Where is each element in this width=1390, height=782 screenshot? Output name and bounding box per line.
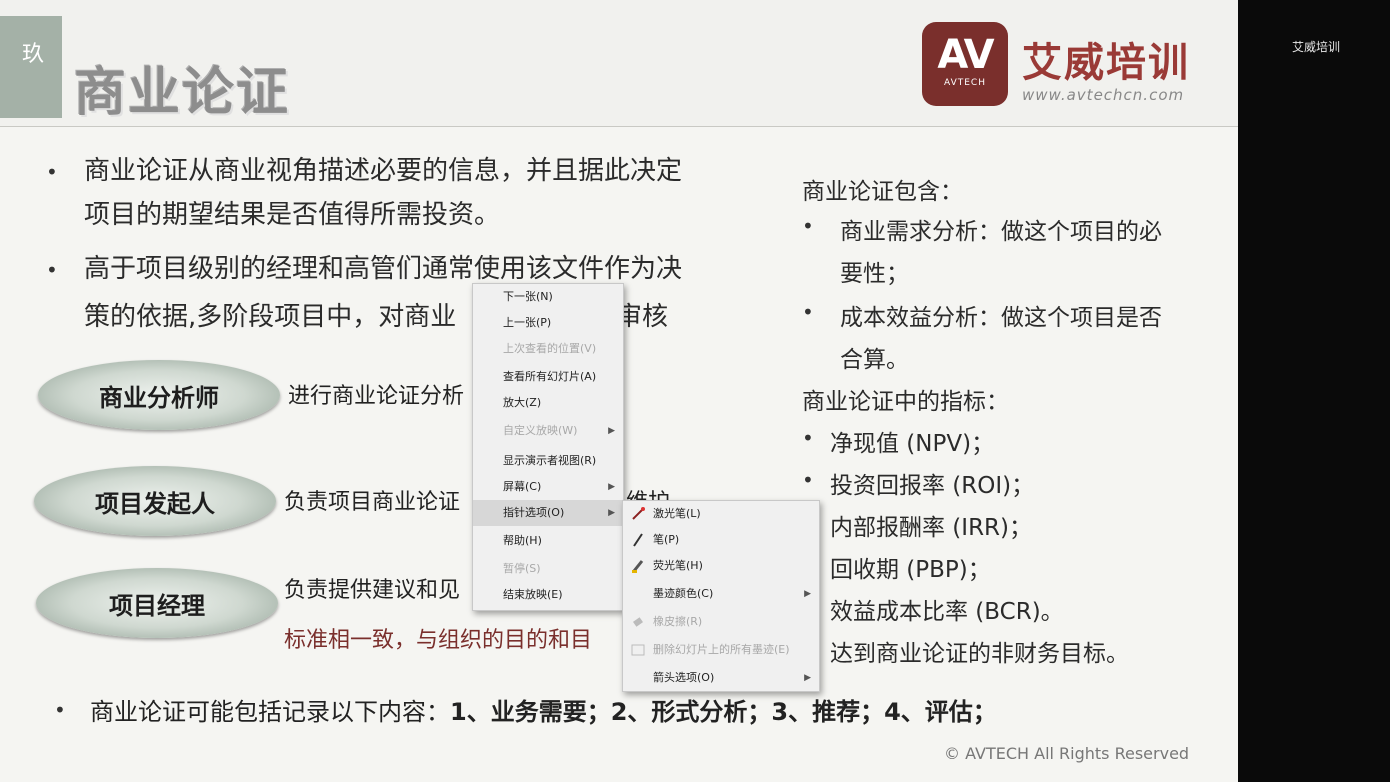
bullet1-line2: 项目的期望结果是否值得所需投资。 <box>84 200 501 230</box>
metric-nonfinancial: 达到商业论证的非财务目标。 <box>830 641 1129 667</box>
bottom-items: 1、业务需要；2、形式分析；3、推荐；4、评估； <box>450 698 997 726</box>
menu-item-end-show[interactable]: 结束放映(E) <box>473 582 623 608</box>
bullet-dot: • <box>802 300 814 324</box>
menu-item-next[interactable]: 下一张(N) <box>473 284 623 310</box>
menu-item-see-all-slides[interactable]: 查看所有幻灯片(A) <box>473 364 623 390</box>
menu-item-help[interactable]: 帮助(H) <box>473 528 623 554</box>
context-menu: 下一张(N) 上一张(P) 上次查看的位置(V) 查看所有幻灯片(A) 放大(Z… <box>472 283 624 611</box>
logo: AV AVTECH <box>922 22 1008 106</box>
bottom-line: 商业论证可能包括记录以下内容：1、业务需要；2、形式分析；3、推荐；4、评估； <box>90 692 997 727</box>
bullet-dot: • <box>46 160 58 184</box>
submenu-arrow-icon: ▶ <box>608 508 615 518</box>
pen-icon <box>633 533 643 547</box>
logo-url: www.avtechcn.com <box>1022 86 1185 104</box>
submenu-arrow-icon: ▶ <box>804 673 811 683</box>
bottom-prefix: 商业论证可能包括记录以下内容： <box>90 698 450 726</box>
slide-header: 玖 商业论证 AV AVTECH 艾威培训 www.avtechcn.com <box>0 0 1238 127</box>
metric-npv: 净现值 (NPV)； <box>830 431 995 457</box>
right-item1-line2: 要性； <box>840 261 909 287</box>
submenu-item-pen[interactable]: 笔(P) <box>623 527 819 553</box>
submenu-item-highlighter[interactable]: 荧光笔(H) <box>623 553 819 579</box>
highlighter-icon <box>632 560 644 573</box>
menu-item-previous[interactable]: 上一张(P) <box>473 310 623 336</box>
metric-roi: 投资回报率 (ROI)； <box>830 473 1035 499</box>
submenu-item-laser[interactable]: 激光笔(L) <box>623 501 819 527</box>
right-item2-line1: 成本效益分析：做这个项目是否 <box>840 305 1162 331</box>
bullet-dot: • <box>46 258 58 282</box>
menu-item-last-viewed[interactable]: 上次查看的位置(V) <box>473 336 623 362</box>
logo-name: 艾威培训 <box>1022 40 1190 86</box>
bullet-dot: • <box>802 214 814 238</box>
page-title: 商业论证 <box>74 63 291 123</box>
submenu-item-eraser[interactable]: 橡皮擦(R) <box>623 609 819 635</box>
right-item2-line2: 合算。 <box>840 347 909 373</box>
erase-all-icon <box>631 644 645 656</box>
submenu-arrow-icon: ▶ <box>804 589 811 599</box>
eraser-icon <box>633 617 643 627</box>
metric-irr: 内部报酬率 (IRR)； <box>830 515 1033 541</box>
video-sidebar: 艾威培训 <box>1238 0 1390 782</box>
menu-item-custom-show[interactable]: 自定义放映(W) ▶ <box>473 418 623 444</box>
copyright: © AVTECH All Rights Reserved <box>944 744 1190 763</box>
pointer-options-submenu: 激光笔(L) 笔(P) 荧光笔(H) 墨迹颜色(C) ▶ 橡皮擦(R) 删除幻灯… <box>622 500 820 692</box>
role-project-manager: 项目经理 <box>36 568 278 638</box>
bullet-dot: • <box>802 468 814 492</box>
role-business-analyst-desc: 进行商业论证分析 <box>288 384 465 409</box>
role-pm-desc: 负责提供建议和见 <box>284 578 461 603</box>
menu-item-screen[interactable]: 屏幕(C) ▶ <box>473 474 623 500</box>
submenu-arrow-icon: ▶ <box>608 482 615 492</box>
submenu-arrow-icon: ▶ <box>608 426 615 436</box>
submenu-item-erase-all[interactable]: 删除幻灯片上的所有墨迹(E) <box>623 637 819 663</box>
menu-item-zoom[interactable]: 放大(Z) <box>473 390 623 416</box>
role-sponsor: 项目发起人 <box>34 466 276 536</box>
menu-item-presenter-view[interactable]: 显示演示者视图(R) <box>473 448 623 474</box>
submenu-item-ink-color[interactable]: 墨迹颜色(C) ▶ <box>623 581 819 607</box>
menu-item-pause[interactable]: 暂停(S) <box>473 556 623 582</box>
logo-mark-sub: AVTECH <box>944 78 986 88</box>
metric-bcr: 效益成本比率 (BCR)。 <box>830 599 1064 625</box>
role-business-analyst: 商业分析师 <box>38 360 280 430</box>
section-tab: 玖 <box>0 16 62 118</box>
laser-pointer-icon <box>632 507 645 520</box>
right-heading2: 商业论证中的指标： <box>802 389 1009 415</box>
bullet2-line2a: 策的依据,多阶段项目中，对商业 <box>84 302 457 332</box>
role-pm-desc2: 标准相一致，与组织的目的和目 <box>284 628 593 653</box>
menu-item-pointer-options[interactable]: 指针选项(O) ▶ <box>473 500 623 526</box>
right-heading1: 商业论证包含： <box>802 179 963 205</box>
metric-pbp: 回收期 (PBP)； <box>830 557 991 583</box>
sidebar-brand: 艾威培训 <box>1292 40 1341 54</box>
bullet-dot: • <box>54 698 66 722</box>
submenu-item-arrow-options[interactable]: 箭头选项(O) ▶ <box>623 665 819 691</box>
role-sponsor-desc: 负责项目商业论证 <box>284 490 461 515</box>
right-item1-line1: 商业需求分析：做这个项目的必 <box>840 219 1162 245</box>
bullet1-line1: 商业论证从商业视角描述必要的信息，并且据此决定 <box>84 156 683 186</box>
logo-mark: AV <box>937 32 994 78</box>
slide: 玖 商业论证 AV AVTECH 艾威培训 www.avtechcn.com •… <box>0 0 1238 782</box>
bullet-dot: • <box>802 426 814 450</box>
